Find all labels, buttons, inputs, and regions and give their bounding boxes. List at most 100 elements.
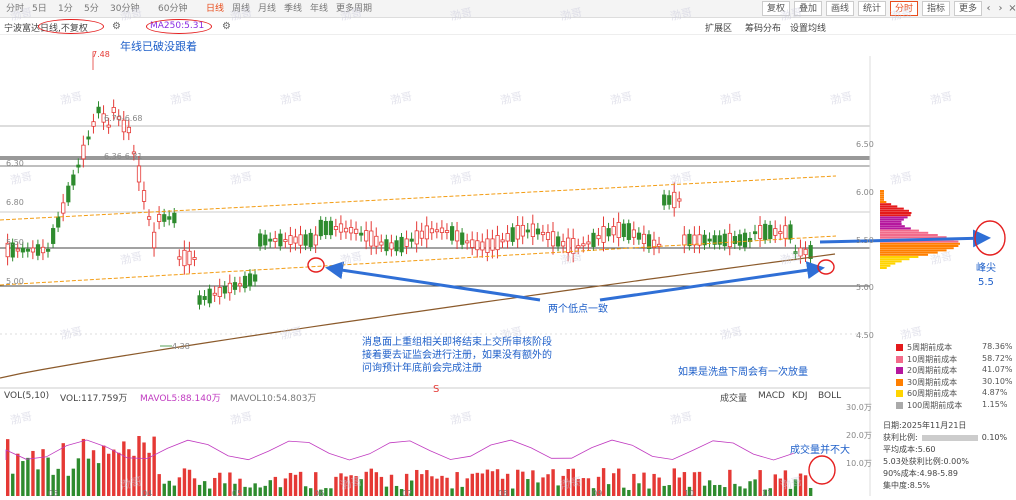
volume-bar	[394, 485, 399, 496]
volume-bar	[91, 450, 96, 496]
month-label-04: 04	[142, 489, 153, 498]
month-label-07: 07	[402, 489, 413, 498]
toolbar-button-2[interactable]: 画线	[826, 1, 855, 16]
volume-bar	[112, 449, 116, 496]
legend-label: 100周期前成本	[907, 400, 963, 410]
chip-date: 日期:2025年11月21日	[883, 421, 967, 430]
volume-bar	[86, 458, 91, 496]
candle-body	[525, 229, 530, 233]
candle-body	[333, 226, 339, 230]
right-axis-650: 6.50	[856, 140, 874, 149]
candle-body	[470, 239, 475, 248]
volume-bar	[96, 463, 101, 496]
indicator-tab-boll[interactable]: BOLL	[818, 391, 841, 401]
volume-bar	[309, 488, 313, 496]
candle-body	[30, 247, 36, 253]
volume-bar	[773, 474, 777, 496]
candle-body	[96, 106, 101, 114]
period-tab-5[interactable]: 60分钟	[156, 3, 189, 16]
volume-bar	[288, 472, 293, 496]
candle-body	[551, 231, 556, 247]
toolbar-button-6[interactable]: 更多	[954, 1, 983, 16]
volume-bar	[213, 477, 217, 496]
candle-body	[177, 256, 182, 260]
candle-body	[20, 247, 25, 253]
period-tab-3[interactable]: 5分	[82, 3, 101, 16]
chip-distribution-link[interactable]: 筹码分布	[745, 21, 781, 34]
volume-bar	[803, 475, 808, 496]
indicator-tab-vol[interactable]: 成交量	[720, 391, 747, 404]
volume-bar	[162, 483, 166, 496]
candle-body	[591, 232, 596, 247]
legend-label: 20周期前成本	[907, 366, 958, 375]
candle-body	[672, 191, 677, 209]
candle-body	[167, 216, 172, 220]
profit-value: 0.10%	[981, 433, 1008, 442]
candle-body	[374, 235, 379, 247]
candle-body	[172, 212, 177, 224]
volume-bar	[738, 486, 742, 496]
candle-body	[242, 275, 248, 289]
volume-bar	[218, 472, 222, 496]
indicator-tab-macd[interactable]: MACD	[758, 391, 785, 401]
set-ma-link[interactable]: 设置均线	[790, 21, 826, 34]
volume-bar	[167, 480, 171, 496]
volume-bar	[455, 472, 459, 496]
candle-body	[71, 174, 76, 186]
volume-bar	[450, 488, 454, 496]
period-tab-2[interactable]: 1分	[56, 3, 75, 16]
candle-body	[540, 231, 546, 236]
volume-bar	[723, 487, 727, 496]
annotation-year-line: 年线已破没跟着	[120, 40, 197, 53]
volume-bar	[586, 478, 591, 496]
mavol5-value: MAVOL5:88.140万	[140, 394, 221, 404]
right-axis-550: 5.50	[856, 236, 874, 245]
chip-bar	[880, 196, 884, 199]
vol-label: VOL(5,10)	[4, 391, 50, 401]
period-tab-9[interactable]: 季线	[282, 3, 304, 16]
volume-bar	[551, 469, 555, 496]
toolbar-button-3[interactable]: 统计	[858, 1, 887, 16]
volume-bar	[480, 473, 485, 496]
chip-concentration: 集中度:8.5%	[883, 481, 931, 490]
candle-body	[303, 234, 308, 246]
indicator-tab-kdj[interactable]: KDJ	[792, 391, 808, 401]
volume-bar	[808, 487, 813, 496]
expand-area-link[interactable]: 扩展区	[705, 21, 732, 34]
volume-bar	[364, 471, 368, 496]
candle-body	[586, 241, 591, 245]
volume-bar	[713, 485, 717, 496]
period-tab-6[interactable]: 日线	[204, 3, 226, 16]
candle-body	[667, 195, 672, 205]
candle-body	[293, 236, 298, 244]
level-670-label: 6.70-6.68	[104, 114, 143, 123]
close-icon[interactable]: ×	[1006, 2, 1016, 15]
toolbar-button-5[interactable]: 指标	[922, 1, 951, 16]
candle-body	[91, 121, 96, 127]
chip-bar	[880, 216, 908, 219]
candle-body	[15, 248, 20, 252]
volume-bar	[521, 471, 525, 496]
candle-body	[783, 225, 788, 239]
period-tab-10[interactable]: 年线	[308, 3, 330, 16]
candle-body	[384, 239, 389, 252]
candle-body	[626, 223, 631, 240]
volume-bar	[41, 449, 45, 496]
volume-bar	[36, 469, 40, 496]
volume-bar	[440, 475, 444, 496]
profit-label: 获利比例:	[883, 433, 918, 442]
candle-body	[232, 282, 238, 290]
volume-bar	[617, 468, 621, 496]
chip-bar	[880, 218, 904, 221]
volume-bar	[157, 474, 161, 496]
chip-legend-row: 60周期前成本 4.87%	[896, 388, 1016, 399]
vol-axis-30: 30.0万	[846, 403, 872, 412]
candle-body	[126, 126, 131, 134]
period-tab-8[interactable]: 月线	[256, 3, 278, 16]
volume-bar	[369, 468, 373, 496]
period-tab-1[interactable]: 5日	[30, 3, 49, 16]
candle-body	[545, 232, 551, 240]
chip-bar	[880, 258, 910, 261]
candle-body	[530, 223, 536, 237]
volume-bar	[263, 485, 267, 496]
